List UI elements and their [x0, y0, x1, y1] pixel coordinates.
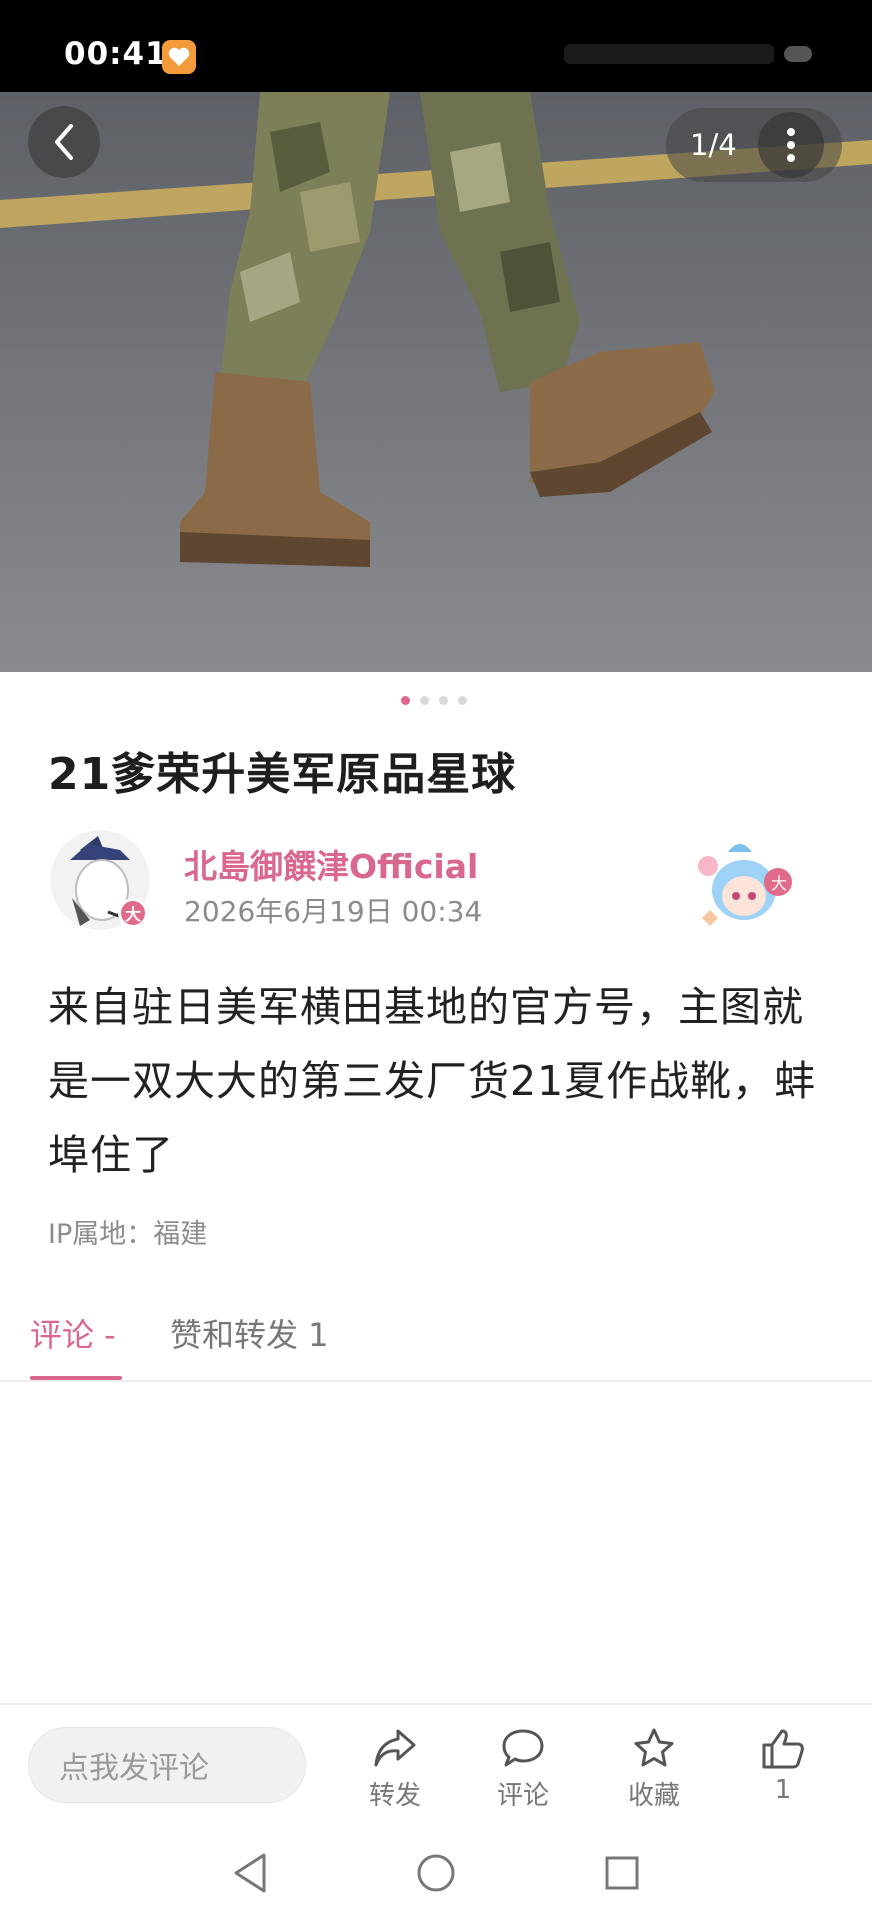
- post-date: 2026年6月19日 00:34: [184, 895, 483, 928]
- pager-dot[interactable]: [401, 696, 410, 705]
- pager-dot[interactable]: [439, 696, 448, 705]
- status-bar: 00:41: [0, 0, 872, 92]
- square-recents-icon: [605, 1856, 639, 1890]
- image-pager-dots: [401, 696, 467, 705]
- comment-button[interactable]: 评论: [473, 1727, 573, 1812]
- comment-label: 评论: [496, 1781, 549, 1811]
- more-options-button[interactable]: [758, 112, 824, 178]
- post-title: 21爹荣升美军原品星球: [48, 749, 517, 800]
- status-time: 00:41: [64, 36, 168, 72]
- repost-button[interactable]: 转发: [345, 1727, 445, 1812]
- triangle-back-icon: [234, 1853, 266, 1893]
- pager-dot[interactable]: [458, 696, 467, 705]
- repost-label: 转发: [368, 1781, 421, 1811]
- author-name[interactable]: 北島御饌津Official: [184, 840, 478, 888]
- like-button[interactable]: 1: [733, 1727, 833, 1805]
- svg-text:大: 大: [771, 874, 787, 893]
- like-count: 1: [774, 1775, 792, 1805]
- status-indicators: [564, 44, 774, 64]
- more-vertical-icon: [787, 128, 795, 162]
- tab-comments[interactable]: 评论 -: [30, 1310, 116, 1356]
- post-body: 来自驻日美军横田基地的官方号，主图就是一双大大的第三发厂货21夏作战靴，蚌埠住了: [48, 983, 817, 1179]
- star-icon: [634, 1728, 674, 1767]
- action-bar: 点我发评论 转发 评论 收藏 1: [0, 1703, 872, 1823]
- verified-badge: 大: [118, 898, 148, 928]
- decoration-sticker-icon: 大: [690, 838, 802, 938]
- image-counter-pill: 1/4: [666, 108, 842, 182]
- battery-icon: [784, 46, 812, 62]
- back-button[interactable]: [28, 106, 100, 178]
- nav-recents-button[interactable]: [592, 1843, 652, 1903]
- circle-home-icon: [417, 1854, 455, 1892]
- ip-location: IP属地：福建: [48, 1219, 208, 1250]
- share-icon: [374, 1729, 416, 1767]
- nav-back-button[interactable]: [220, 1843, 280, 1903]
- image-counter: 1/4: [690, 128, 737, 162]
- pager-dot[interactable]: [420, 696, 429, 705]
- system-nav-bar: [0, 1823, 872, 1920]
- thumbs-up-icon: [762, 1729, 804, 1769]
- comment-input[interactable]: 点我发评论: [28, 1727, 306, 1803]
- heart-app-icon: [162, 40, 196, 74]
- nav-home-button[interactable]: [406, 1843, 466, 1903]
- favorite-label: 收藏: [627, 1781, 680, 1811]
- favorite-button[interactable]: 收藏: [604, 1727, 704, 1812]
- comment-bubble-icon: [502, 1729, 544, 1767]
- chevron-left-icon: [55, 124, 73, 160]
- tab-bar: 评论 - 赞和转发 1: [0, 1302, 872, 1382]
- active-tab-indicator: [30, 1376, 122, 1380]
- tab-likes-reposts[interactable]: 赞和转发 1: [170, 1310, 329, 1356]
- status-icons: [482, 38, 812, 70]
